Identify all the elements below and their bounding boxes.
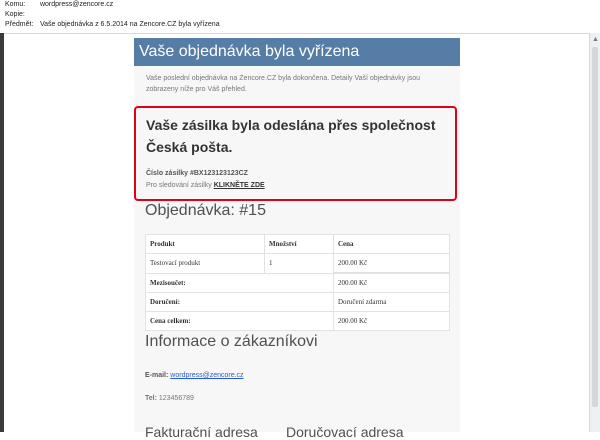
scroll-thumb[interactable] [592,47,598,407]
subtotal-value: 200.00 Kč [333,272,450,293]
email-label: E-mail: [145,372,169,379]
cc-label: Kopie: [5,11,25,18]
shipping-value: Doručení zdarma [333,292,450,312]
col-quantity-header: Množství [264,234,334,254]
shipping-highlight-box: Vaše zásilka byla odeslána přes společno… [134,106,457,201]
tel-value: 123456789 [158,395,194,402]
scroll-up-icon[interactable]: ▲ [591,35,600,44]
intro-text: Vaše poslední objednávka na Zencore.CZ b… [146,75,421,93]
tracking-number: Číslo zásilky #BX123123123CZ [146,170,248,177]
subtotal-label: Mezisoučet: [145,272,334,293]
order-table: Produkt Množství Cena Testovací produkt … [145,234,450,331]
delivery-address-title: Doručovací adresa [286,424,404,440]
total-label: Cena celkem: [145,311,334,331]
customer-email-link[interactable]: wordpress@zencore.cz [170,372,243,379]
order-title: Objednávka: #15 [145,202,266,219]
tracking-prefix: Pro sledování zásilky [146,182,212,189]
table-row: Testovací produkt 1 200.00 Kč [145,253,450,274]
to-label: Komu: [5,1,26,8]
email-title-bar: Vaše objednávka byla vyřízena [134,38,460,66]
customer-phone-line: Tel: 123456789 [145,395,194,402]
price-cell: 200.00 Kč [333,253,450,274]
email-content: Vaše objednávka byla vyřízena Vaše posle… [134,38,460,440]
subtotal-row: Mezisoučet: 200.00 Kč [145,272,450,293]
customer-email-line: E-mail: wordpress@zencore.cz [145,372,244,379]
to-value[interactable]: wordpress@zencore.cz [40,1,113,8]
table-header-row: Produkt Množství Cena [145,234,450,254]
customer-info-title: Informace o zákazníkovi [145,333,318,350]
vertical-scrollbar[interactable]: ▲ [589,33,600,432]
subject-label: Předmět: [5,21,34,28]
subject-value: Vaše objednávka z 6.5.2014 na Zencore.CZ… [39,21,220,28]
tel-label: Tel: [145,395,157,402]
total-value: 200.00 Kč [333,311,450,331]
shipping-heading: Vaše zásilka byla odeslána přes společno… [146,117,436,155]
tracking-link[interactable]: KLIKNĚTE ZDE [214,182,265,189]
message-header: Komu: wordpress@zencore.cz Kopie: Předmě… [0,0,600,33]
tracking-line: Pro sledování zásilky KLIKNĚTE ZDE [146,182,265,189]
subject-row: Předmět: Vaše objednávka z 6.5.2014 na Z… [5,20,220,30]
shipping-label: Doručení: [145,292,334,312]
shipping-row: Doručení: Doručení zdarma [145,292,450,312]
col-product-header: Produkt [145,234,265,254]
email-title: Vaše objednávka byla vyřízena [139,43,360,60]
quantity-cell: 1 [264,253,334,274]
to-row: Komu: wordpress@zencore.cz [5,0,113,10]
cc-row: Kopie: [5,10,38,20]
billing-address-title: Fakturační adresa [145,424,258,440]
col-price-header: Cena [333,234,450,254]
product-name-cell: Testovací produkt [145,253,265,274]
total-row: Cena celkem: 200.00 Kč [145,311,450,331]
